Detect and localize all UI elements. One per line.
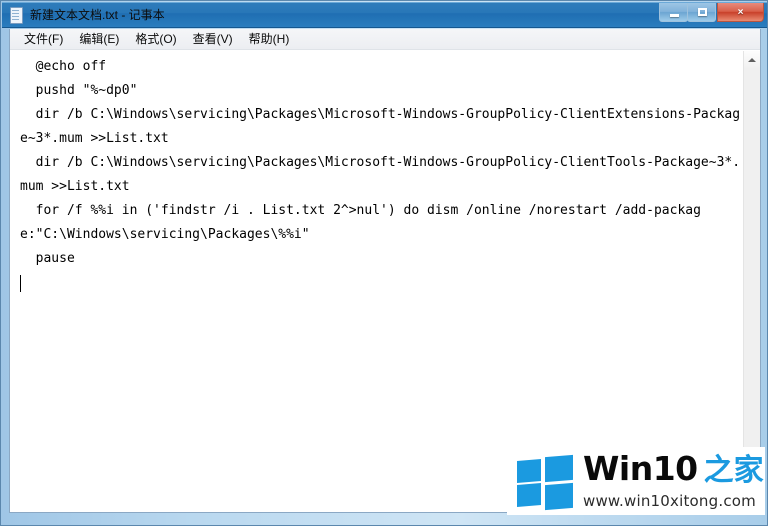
watermark-brand-cn: 之家 xyxy=(703,453,764,488)
code-line: dir /b C:\Windows\servicing\Packages\Mic… xyxy=(20,155,741,194)
code-line: dir /b C:\Windows\servicing\Packages\Mic… xyxy=(20,107,741,146)
windows-logo-icon xyxy=(517,454,573,511)
close-button[interactable]: × xyxy=(717,3,764,22)
maximize-button[interactable] xyxy=(687,3,716,22)
watermark-url: www.win10xitong.com xyxy=(583,492,756,510)
scroll-up-arrow-icon xyxy=(748,57,756,62)
text-editor[interactable]: @echo off pushd "%~dp0" dir /b C:\Window… xyxy=(10,51,743,512)
menu-item-file[interactable]: 文件(F) xyxy=(16,28,71,50)
menu-item-format[interactable]: 格式(O) xyxy=(127,28,184,50)
site-watermark: Win10 之家 www.win10xitong.com xyxy=(507,447,765,515)
code-line: @echo off xyxy=(20,59,107,74)
watermark-text: Win10 之家 www.win10xitong.com xyxy=(583,452,764,510)
menu-bar: 文件(F) 编辑(E) 格式(O) 查看(V) 帮助(H) xyxy=(10,29,760,50)
close-icon: × xyxy=(737,6,744,18)
menu-item-edit[interactable]: 编辑(E) xyxy=(71,28,127,50)
text-caret xyxy=(20,275,21,292)
window-title: 新建文本文档.txt - 记事本 xyxy=(30,8,165,22)
notepad-document-icon xyxy=(8,6,24,24)
code-line: pushd "%~dp0" xyxy=(20,83,138,98)
scrollbar-track[interactable] xyxy=(744,68,760,495)
code-line: for /f %%i in ('findstr /i . List.txt 2^… xyxy=(20,203,701,242)
client-area: 文件(F) 编辑(E) 格式(O) 查看(V) 帮助(H) @echo off … xyxy=(9,29,761,513)
watermark-brand: Win10 xyxy=(583,449,698,488)
menu-item-view[interactable]: 查看(V) xyxy=(185,28,241,50)
window-controls: × xyxy=(659,3,764,27)
title-bar[interactable]: 新建文本文档.txt - 记事本 × xyxy=(2,2,767,28)
scroll-up-button[interactable] xyxy=(744,51,760,68)
editor-region: @echo off pushd "%~dp0" dir /b C:\Window… xyxy=(10,50,760,512)
vertical-scrollbar[interactable] xyxy=(743,51,760,512)
code-line: pause xyxy=(20,251,75,266)
menu-item-help[interactable]: 帮助(H) xyxy=(241,28,298,50)
notepad-window: 新建文本文档.txt - 记事本 × 文件(F) 编辑(E) 格式(O) 查看(… xyxy=(0,0,768,526)
minimize-button[interactable] xyxy=(659,3,688,22)
